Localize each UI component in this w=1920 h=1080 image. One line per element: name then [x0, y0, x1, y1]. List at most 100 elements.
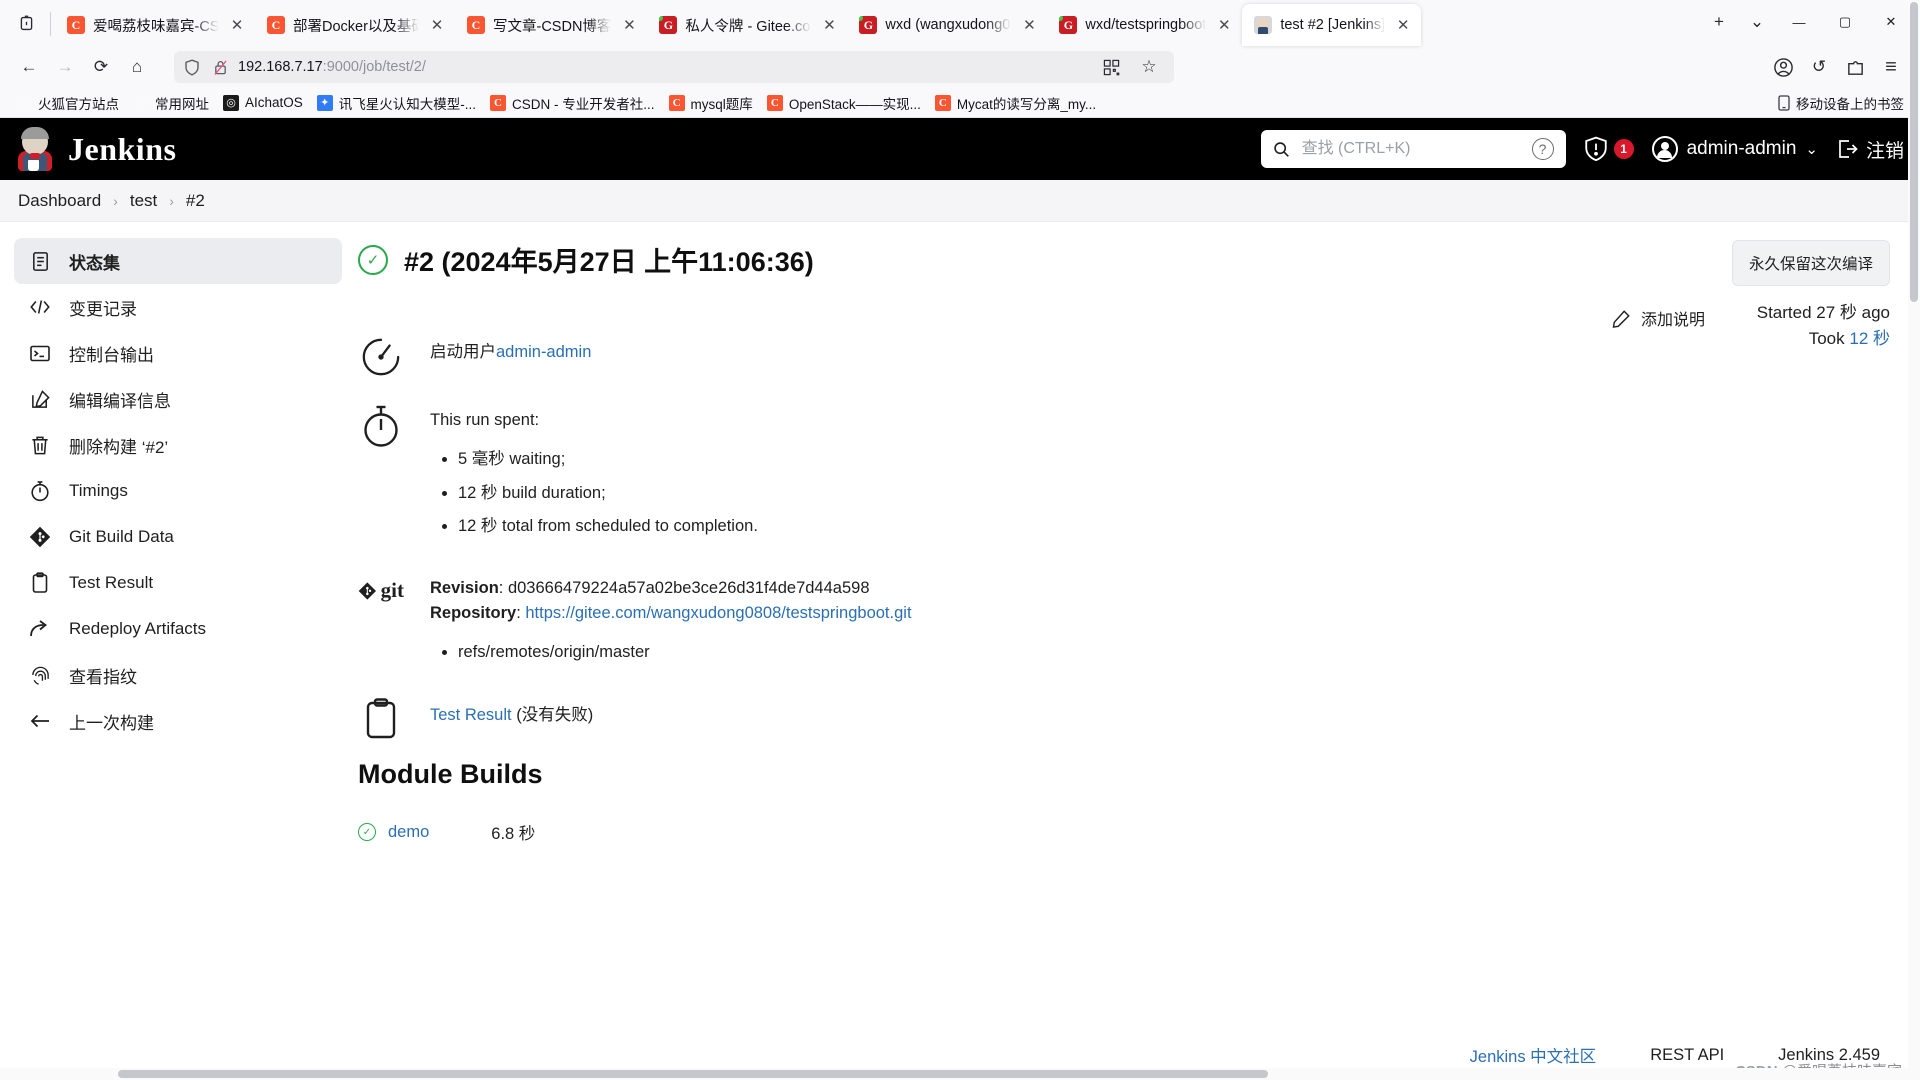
sidebar-item-label: 变更记录 [69, 299, 137, 319]
minimize-button[interactable]: — [1776, 2, 1822, 42]
footer-rest-api[interactable]: REST API [1650, 1046, 1724, 1065]
git-revision-value: : d03666479224a57a02be3ce26d31f4de7d44a5… [498, 579, 870, 597]
module-name-link[interactable]: demo [388, 823, 429, 842]
mobile-bookmarks-item[interactable]: 移动设备上的书签 [1772, 90, 1910, 116]
build-took-value[interactable]: 12 秒 [1849, 329, 1890, 348]
sidebar-item-timings[interactable]: Timings [14, 468, 342, 514]
logout-button[interactable]: 注销 [1836, 136, 1904, 163]
sidebar-item-previous-build[interactable]: 上一次构建 [14, 698, 342, 744]
git-repository-link[interactable]: https://gitee.com/wangxudong0808/testspr… [525, 604, 911, 622]
browser-tab-active[interactable]: test #2 [Jenkins] ✕ [1242, 4, 1422, 46]
tab-title: test #2 [Jenkins] [1280, 17, 1386, 33]
window-controls: — ▢ ✕ [1776, 0, 1914, 45]
search-input[interactable] [1299, 139, 1522, 159]
tab-title: wxd/testspringboot [1085, 17, 1207, 33]
bookmark-item[interactable]: 🗀 火狐官方站点 [10, 90, 125, 116]
scrollbar-thumb[interactable] [118, 1070, 1268, 1078]
browser-tab[interactable]: G 私人令牌 - Gitee.com ✕ [647, 4, 847, 46]
build-meta: Started 27 秒 ago Took 12 秒 [1757, 300, 1890, 353]
keep-build-forever-button[interactable]: 永久保留这次编译 [1731, 240, 1890, 286]
spark-icon: ✦ [316, 94, 333, 111]
bookmark-label: 常用网址 [155, 96, 209, 112]
tab-close-icon[interactable]: ✕ [819, 15, 839, 35]
firefox-view-button[interactable] [6, 0, 46, 46]
account-icon[interactable] [1766, 51, 1800, 83]
sidebar-item-label: 编辑编译信息 [69, 391, 171, 411]
scrollbar-thumb[interactable] [1910, 2, 1918, 302]
sidebar-item-label: 状态集 [69, 253, 120, 273]
sidebar-item-label: 删除构建 ‘#2’ [69, 437, 169, 457]
started-by-block: 启动用户admin-admin [358, 334, 1890, 378]
bookmark-star-icon[interactable]: ☆ [1132, 51, 1166, 83]
help-icon[interactable]: ? [1531, 138, 1554, 160]
sidebar-item-fingerprints[interactable]: 查看指纹 [14, 652, 342, 698]
list-item: 5 毫秒 waiting; [458, 447, 758, 472]
history-icon[interactable]: ↺ [1802, 51, 1836, 83]
bookmark-item[interactable]: C OpenStack——实现... [761, 90, 927, 116]
tab-list-button[interactable]: ⌄ [1738, 3, 1776, 41]
bookmark-label: 火狐官方站点 [38, 96, 119, 112]
jenkins-mascot-icon [16, 127, 56, 171]
browser-tab[interactable]: C 部署Docker以及基础 ✕ [255, 4, 455, 46]
sidebar-item-git-build-data[interactable]: Git Build Data [14, 514, 342, 560]
sidebar-item-changes[interactable]: 变更记录 [14, 284, 342, 330]
breadcrumb-item-dashboard[interactable]: Dashboard [18, 191, 101, 211]
vertical-scrollbar[interactable] [1908, 0, 1920, 1080]
started-by-user-link[interactable]: admin-admin [496, 343, 591, 361]
bookmark-label: 讯飞星火认知大模型-... [338, 96, 477, 112]
sidebar-item-redeploy-artifacts[interactable]: Redeploy Artifacts [14, 606, 342, 652]
breadcrumb-item-build[interactable]: #2 [186, 191, 205, 211]
sidebar-item-edit-build-information[interactable]: 编辑编译信息 [14, 376, 342, 422]
tab-title: 部署Docker以及基础 [293, 18, 419, 35]
qr-code-icon[interactable] [1094, 51, 1128, 83]
sidebar-item-label: 上一次构建 [69, 713, 154, 733]
list-item: refs/remotes/origin/master [458, 640, 912, 665]
tab-close-icon[interactable]: ✕ [619, 15, 639, 35]
bookmark-item[interactable]: ◎ AIchatOS [217, 92, 309, 114]
address-bar[interactable]: 192.168.7.17:9000/job/test/2/ ☆ [174, 51, 1174, 83]
search-box[interactable]: ? [1260, 130, 1566, 168]
tab-close-icon[interactable]: ✕ [427, 15, 447, 35]
bookmark-label: CSDN - 专业开发者社... [512, 96, 655, 112]
sidebar-item-test-result[interactable]: Test Result [14, 560, 342, 606]
tab-close-icon[interactable]: ✕ [1393, 15, 1413, 35]
breadcrumb-item-test[interactable]: test [130, 191, 157, 211]
git-refs-list: refs/remotes/origin/master [430, 640, 912, 665]
csdn-icon: C [490, 94, 507, 111]
browser-tab[interactable]: C 写文章-CSDN博客 ✕ [455, 4, 647, 46]
back-button[interactable]: ← [12, 51, 46, 83]
extensions-icon[interactable] [1838, 51, 1872, 83]
tab-close-icon[interactable]: ✕ [1019, 15, 1039, 35]
sidebar-item-status[interactable]: 状态集 [14, 238, 342, 284]
shield-icon[interactable] [182, 57, 202, 77]
pencil-icon [1612, 309, 1631, 328]
browser-tab[interactable]: C 爱喝荔枝味嘉宾-CSDN ✕ [55, 4, 255, 46]
add-description-button[interactable]: 添加说明 [1612, 306, 1705, 330]
bookmark-item[interactable]: ✦ 讯飞星火认知大模型-... [311, 90, 482, 116]
sidebar-item-delete-build[interactable]: 删除构建 ‘#2’ [14, 422, 342, 468]
browser-tab[interactable]: G wxd (wangxudong08 ✕ [847, 4, 1047, 46]
lock-broken-icon[interactable] [210, 57, 230, 77]
bookmark-label: mysql题库 [690, 96, 753, 112]
forward-button[interactable]: → [48, 51, 82, 83]
bookmark-item[interactable]: C Mycat的读写分离_my... [929, 90, 1102, 116]
jenkins-logo-link[interactable]: Jenkins [16, 127, 176, 171]
tab-close-icon[interactable]: ✕ [1214, 15, 1234, 35]
maximize-button[interactable]: ▢ [1822, 2, 1868, 42]
footer-community-link[interactable]: Jenkins 中文社区 [1470, 1043, 1597, 1067]
horizontal-scrollbar[interactable] [0, 1068, 1920, 1080]
reload-button[interactable]: ⟳ [84, 51, 118, 83]
bookmark-item[interactable]: C CSDN - 专业开发者社... [484, 90, 661, 116]
bookmark-item[interactable]: C mysql题库 [663, 90, 759, 116]
app-menu-icon[interactable]: ≡ [1874, 51, 1908, 83]
security-alerts[interactable]: 1 [1584, 136, 1634, 162]
browser-tab[interactable]: G wxd/testspringboot ✕ [1047, 4, 1242, 46]
bookmark-item[interactable]: 🗀 常用网址 [127, 90, 215, 116]
user-menu[interactable]: admin-admin ⌄ [1651, 136, 1818, 162]
sidebar-item-console-output[interactable]: 控制台输出 [14, 330, 342, 376]
new-tab-button[interactable]: + [1700, 3, 1738, 41]
tab-close-icon[interactable]: ✕ [227, 15, 247, 35]
home-button[interactable]: ⌂ [120, 51, 154, 83]
test-result-link[interactable]: Test Result [430, 706, 512, 724]
search-icon [1273, 141, 1290, 158]
